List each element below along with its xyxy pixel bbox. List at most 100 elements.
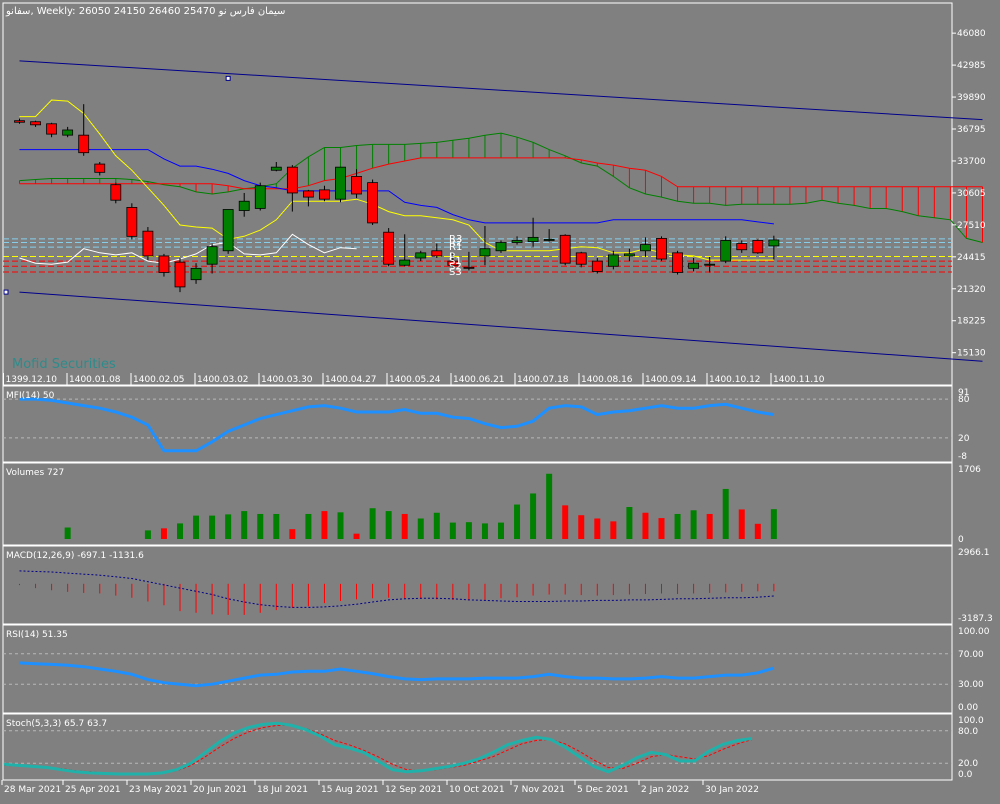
candle-body xyxy=(254,185,266,209)
macd-tick-label: 2966.1 xyxy=(958,548,990,558)
candle-body xyxy=(495,242,507,252)
rsi-tick-label: 70.00 xyxy=(958,650,984,660)
volume-bar xyxy=(273,513,280,539)
volume-bar xyxy=(754,523,761,539)
candle-body xyxy=(62,129,74,136)
volume-bar xyxy=(225,514,232,539)
xtop-tick-label: 1400.08.16 xyxy=(581,375,633,385)
candle-body xyxy=(383,231,395,265)
xbottom-tick-label: 12 Sep 2021 xyxy=(385,785,442,795)
candle-body xyxy=(335,166,346,200)
chart-canvas[interactable]: 46080 42985 39890 36795 33700 30605 27510 24415… xyxy=(0,0,1000,800)
volume-bar xyxy=(64,527,71,539)
volume-bar xyxy=(626,506,633,539)
volume-bar xyxy=(465,522,472,539)
candle-body xyxy=(110,184,122,201)
macd-label: MACD(12,26,9) -697.1 -1131.6 xyxy=(6,551,144,561)
stoch-tick-label: 0.0 xyxy=(958,770,973,780)
candle-body xyxy=(78,134,90,154)
volume-bar xyxy=(385,511,392,539)
volume-bar xyxy=(337,512,344,539)
volume-bar xyxy=(722,488,729,539)
candle-body xyxy=(720,240,732,262)
candle-body xyxy=(46,123,57,135)
xtop-tick-label: 1400.02.05 xyxy=(133,375,185,385)
volume-bar xyxy=(658,518,665,539)
xtop-tick-label: 1400.03.02 xyxy=(197,375,249,385)
price-tick-label: 36795 xyxy=(957,125,986,135)
candle-body xyxy=(575,252,587,265)
volume-bar xyxy=(562,505,569,539)
xbottom-tick-label: 18 Jul 2021 xyxy=(257,785,308,795)
channel-anchor xyxy=(3,289,9,295)
candle-body xyxy=(624,253,635,257)
xtop-tick-label: 1400.06.21 xyxy=(453,375,505,385)
price-tick-label: 39890 xyxy=(957,93,986,103)
xtop-tick-label: 1400.05.24 xyxy=(389,375,441,385)
xtop-tick-label: 1399.12.10 xyxy=(6,375,58,385)
macd-tick-label: -3187.3 xyxy=(958,614,993,624)
panel-price xyxy=(2,2,953,386)
stoch-label: Stoch(5,3,3) 65.7 63.7 xyxy=(6,719,107,729)
xbottom-tick-label: 5 Dec 2021 xyxy=(577,785,629,795)
mfi-label: MFI(14) 50 xyxy=(6,391,55,401)
volume-bar xyxy=(530,493,537,539)
volume-tick-label: 0 xyxy=(958,535,964,545)
xtop-tick-label: 1400.01.08 xyxy=(69,375,121,385)
price-tick-label: 21320 xyxy=(957,285,986,295)
candle-body xyxy=(302,190,314,198)
candle-body xyxy=(672,252,683,273)
volume-bar xyxy=(449,522,456,539)
volume-bar xyxy=(193,515,200,539)
xbottom-tick-label: 20 Jun 2021 xyxy=(193,785,247,795)
candle-body xyxy=(158,255,170,273)
xbottom-tick-label: 7 Nov 2021 xyxy=(513,785,565,795)
volume-bar xyxy=(481,523,488,539)
candle-body xyxy=(656,237,667,260)
volume-bar xyxy=(353,533,360,539)
xtop-tick-label: 1400.07.18 xyxy=(517,375,569,385)
volume-bar xyxy=(546,473,553,539)
mfi-tick-label: -8 xyxy=(958,452,967,462)
panel-stoch xyxy=(2,713,953,781)
candle-body xyxy=(752,240,764,254)
volume-bar xyxy=(706,513,713,539)
volume-bar xyxy=(770,509,777,539)
rsi-label: RSI(14) 51.35 xyxy=(6,630,68,640)
volume-bar xyxy=(578,515,585,539)
volume-bar xyxy=(594,518,601,539)
volume-bar xyxy=(177,523,183,539)
candle-body xyxy=(222,209,234,252)
price-tick-label: 30605 xyxy=(957,189,986,199)
volume-bar xyxy=(433,512,440,539)
candle-body xyxy=(463,266,475,269)
price-tick-label: 46080 xyxy=(957,29,986,39)
volume-bar xyxy=(690,510,697,539)
candle-body xyxy=(367,182,379,224)
candle-body xyxy=(511,240,523,243)
price-tick-label: 15130 xyxy=(957,349,986,359)
candle-body xyxy=(527,236,539,242)
volume-bar xyxy=(401,513,408,539)
price-tick-label: 24415 xyxy=(957,253,986,263)
candle-body xyxy=(559,234,571,264)
rsi-tick-label: 0.00 xyxy=(958,703,978,713)
pivot-label: S3 xyxy=(449,267,462,278)
xbottom-tick-label: 25 Apr 2021 xyxy=(65,785,121,795)
volume-bar xyxy=(610,521,617,539)
volume-bar xyxy=(209,515,216,539)
trading-terminal: 46080 42985 39890 36795 33700 30605 27510 24415… xyxy=(0,0,1000,800)
candle-body xyxy=(543,239,555,241)
volume-label: Volumes 727 xyxy=(6,468,64,478)
price-tick-label: 27510 xyxy=(957,221,986,231)
candle-body xyxy=(286,166,298,194)
stoch-tick-label: 80.0 xyxy=(958,727,978,737)
panel-rsi xyxy=(2,624,953,714)
mfi-tick-label: 20 xyxy=(958,434,970,444)
volume-tick-label: 1706 xyxy=(958,465,981,475)
candle-body xyxy=(142,230,154,257)
candle-body xyxy=(591,260,603,272)
volume-bar xyxy=(257,513,264,539)
volume-bar xyxy=(417,518,424,539)
xtop-tick-label: 1400.11.10 xyxy=(773,375,825,385)
